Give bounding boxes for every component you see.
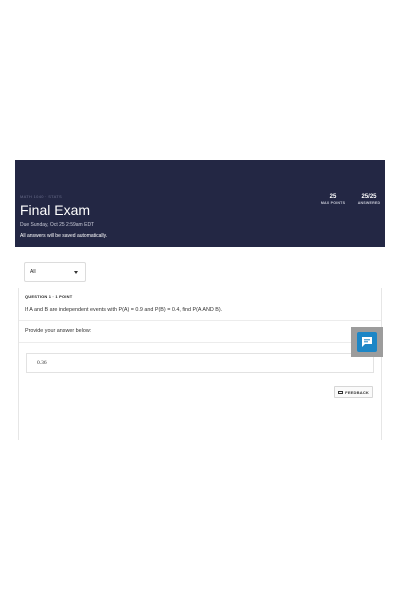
chat-icon xyxy=(362,337,372,347)
due-date: Due Sunday, Oct 25 2:59am EDT xyxy=(20,222,95,228)
answer-prompt: Provide your answer below: xyxy=(25,328,92,334)
answered-value: 25/25 xyxy=(361,194,377,200)
chat-button[interactable] xyxy=(357,332,377,352)
answered-label: ANSWERED xyxy=(357,201,381,205)
filter-selected-value: All xyxy=(30,269,36,275)
max-points-value: 25 xyxy=(329,194,337,200)
answer-value: 0.36 xyxy=(37,360,47,366)
chevron-down-icon xyxy=(74,271,78,274)
autosave-notice: All answers will be saved automatically. xyxy=(20,233,108,239)
breadcrumb[interactable]: MATH 1040 · STATS xyxy=(20,194,62,199)
question-card: QUESTION 1 · 1 POINT If A and B are inde… xyxy=(18,288,382,440)
page-title: Final Exam xyxy=(20,202,91,218)
answer-input[interactable]: 0.36 xyxy=(26,353,374,373)
divider xyxy=(19,342,381,343)
question-filter-select[interactable]: All xyxy=(24,262,86,282)
feedback-icon xyxy=(338,390,344,394)
max-points-label: MAX POINTS xyxy=(320,201,346,205)
max-points-stat: 25 MAX POINTS xyxy=(315,194,351,205)
answered-stat: 25/25 ANSWERED xyxy=(353,194,385,205)
exam-header-banner: MATH 1040 · STATS Final Exam Due Sunday,… xyxy=(15,160,385,247)
feedback-label: FEEDBACK xyxy=(345,389,369,395)
question-header: QUESTION 1 · 1 POINT xyxy=(25,294,73,299)
feedback-button[interactable]: FEEDBACK xyxy=(334,386,373,398)
divider xyxy=(19,320,381,321)
chat-widget xyxy=(351,327,383,357)
question-text: If A and B are independent events with P… xyxy=(25,307,223,313)
